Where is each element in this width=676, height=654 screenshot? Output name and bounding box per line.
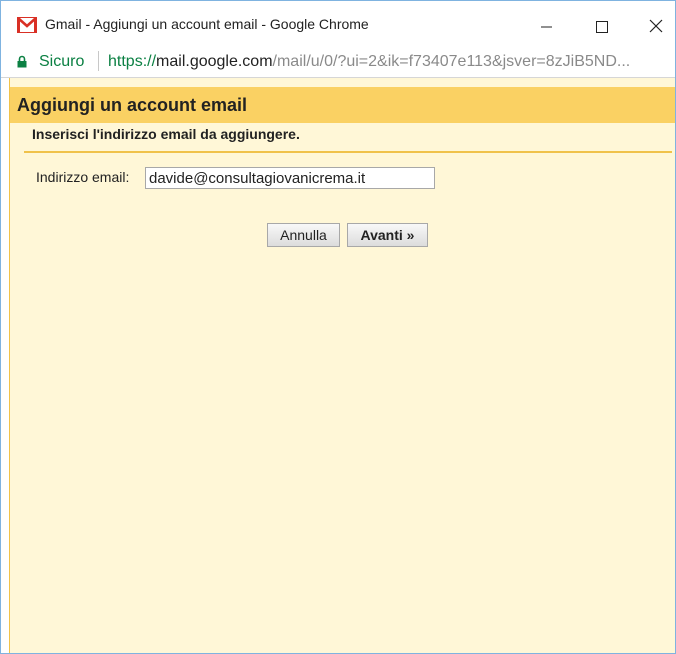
cancel-button[interactable]: Annulla bbox=[267, 223, 340, 247]
title-bar: Gmail - Aggiungi un account email - Goog… bbox=[1, 1, 675, 47]
dialog-title: Aggiungi un account email bbox=[17, 95, 248, 115]
next-button[interactable]: Avanti » bbox=[347, 223, 428, 247]
url-host: mail.google.com bbox=[156, 53, 273, 70]
email-label: Indirizzo email: bbox=[36, 169, 130, 185]
email-field[interactable] bbox=[145, 167, 435, 189]
lock-icon[interactable] bbox=[17, 55, 27, 68]
minimize-icon bbox=[541, 26, 552, 28]
gmail-icon bbox=[17, 17, 37, 33]
close-icon bbox=[649, 19, 663, 33]
close-button[interactable] bbox=[631, 9, 675, 43]
minimize-button[interactable] bbox=[523, 9, 569, 43]
instruction-text: Inserisci l'indirizzo email da aggiunger… bbox=[32, 126, 300, 142]
url-scheme: https:// bbox=[108, 53, 157, 70]
browser-window: Gmail - Aggiungi un account email - Goog… bbox=[0, 0, 676, 654]
maximize-icon bbox=[596, 21, 608, 33]
window-title: Gmail - Aggiungi un account email - Goog… bbox=[45, 16, 369, 32]
dialog-content: Aggiungi un account email Inserisci l'in… bbox=[9, 78, 675, 653]
address-separator bbox=[98, 51, 99, 71]
url-field[interactable]: https://mail.google.com/mail/u/0/?ui=2&i… bbox=[108, 53, 672, 71]
divider bbox=[24, 151, 672, 153]
maximize-button[interactable] bbox=[579, 9, 625, 43]
url-path: /mail/u/0/?ui=2&ik=f73407e113&jsver=8zJi… bbox=[272, 53, 631, 70]
security-label[interactable]: Sicuro bbox=[39, 53, 84, 71]
address-bar[interactable]: Sicuro https://mail.google.com/mail/u/0/… bbox=[1, 47, 675, 78]
dialog-header: Aggiungi un account email bbox=[10, 87, 675, 123]
